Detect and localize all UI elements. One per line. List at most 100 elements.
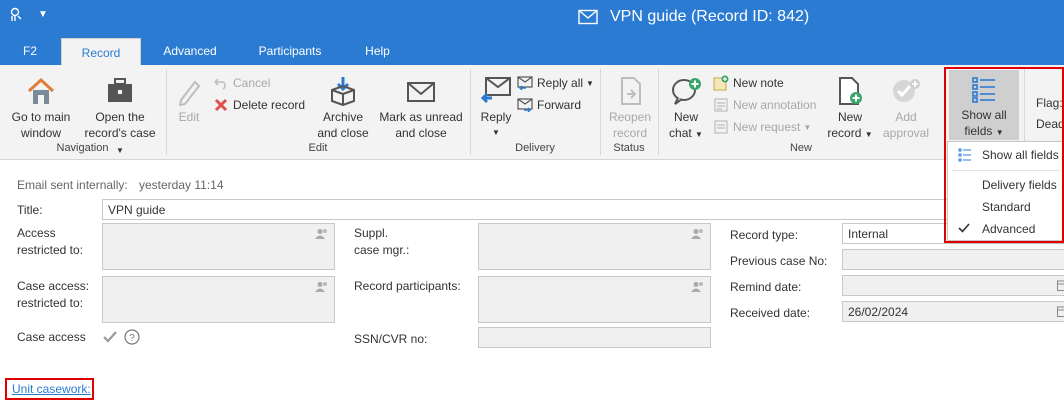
received-date-label: Received date: (730, 306, 811, 320)
access-restricted-field[interactable] (102, 223, 335, 270)
archive-line2: and close (317, 126, 369, 140)
envelope-icon (407, 82, 435, 102)
new-note-button[interactable]: New note (713, 75, 784, 91)
envelope-icon (578, 9, 598, 25)
help-icon[interactable]: ? (124, 329, 140, 348)
new-record-line2: record (827, 126, 862, 140)
show-fields-dropdown-menu: Show all fields Delivery fields Standard… (947, 141, 1064, 241)
people-picker-icon[interactable] (315, 228, 329, 243)
svg-text:?: ? (129, 333, 135, 344)
menu-divider (952, 170, 1060, 171)
menu-item-show-all-fields[interactable]: Show all fields (982, 148, 1059, 162)
list-fields-icon (958, 148, 972, 165)
menu-item-advanced[interactable]: Advanced (982, 222, 1035, 236)
reply-all-label: Reply all (537, 76, 584, 90)
chevron-down-icon: ▼ (803, 122, 812, 132)
record-participants-field[interactable] (478, 276, 711, 323)
group-label-status: Status (613, 142, 645, 154)
quick-access-dropdown-icon[interactable]: ▼ (38, 9, 48, 20)
ribbon: Go to main window Open the record's case… (0, 65, 1064, 160)
people-picker-icon[interactable] (691, 228, 705, 243)
unit-casework-link[interactable]: Unit casework: (12, 381, 91, 398)
show-all-fields-button[interactable]: Show all fields ▼ (949, 70, 1019, 140)
case-access-checkbox[interactable] (102, 329, 118, 348)
title-input-value: VPN guide (108, 203, 166, 217)
email-sent-value: yesterday 11:14 (139, 178, 224, 192)
tab-help[interactable]: Help (350, 37, 405, 65)
forward-label: Forward (537, 98, 582, 112)
request-icon (713, 119, 729, 135)
window-title-text: VPN guide (Record ID: 842) (610, 8, 810, 25)
people-picker-icon[interactable] (315, 281, 329, 296)
edit-button[interactable]: Edit (170, 76, 208, 125)
new-annotation-button[interactable]: New annotation (713, 97, 816, 113)
go-to-main-window-button[interactable]: Go to main window (4, 76, 78, 141)
flag-label[interactable]: Flag: (1036, 96, 1063, 110)
calendar-icon[interactable] (1057, 305, 1064, 320)
reply-envelope-icon (480, 77, 511, 104)
new-annotation-label: New annotation (733, 98, 817, 112)
new-chat-line2: chat (669, 126, 692, 140)
new-chat-button[interactable]: New chat ▼ (665, 76, 707, 143)
calendar-icon[interactable] (1057, 279, 1064, 294)
group-label-delivery: Delivery (515, 142, 555, 154)
tab-participants[interactable]: Participants (245, 37, 335, 65)
reply-all-icon (517, 75, 533, 91)
access-restricted-line2: restricted to: (17, 243, 84, 257)
group-label-edit: Edit (308, 142, 328, 154)
archive-line1: Archive (322, 110, 363, 124)
window-title: VPN guide (Record ID: 842) (578, 8, 809, 26)
reply-all-button[interactable]: Reply all ▼ (517, 75, 594, 91)
previous-case-input[interactable] (842, 249, 1064, 270)
cancel-button[interactable]: Cancel (213, 75, 270, 91)
app-logo-icon[interactable] (9, 7, 24, 25)
suppl-case-mgr-field[interactable] (478, 223, 711, 270)
tab-record[interactable]: Record (61, 38, 141, 66)
archive-and-close-button[interactable]: Archive and close (314, 76, 372, 141)
remind-date-input[interactable] (842, 275, 1064, 296)
ssn-cvr-input[interactable] (478, 327, 711, 348)
case-access-restricted-field[interactable] (102, 276, 335, 323)
chat-plus-icon (672, 78, 701, 105)
annotation-icon (713, 97, 729, 113)
chevron-down-icon: ▼ (586, 78, 594, 88)
reopen-record-button[interactable]: Reopen record (604, 76, 656, 141)
new-note-label: New note (733, 76, 784, 90)
received-date-input[interactable]: 26/02/2024 (842, 301, 1064, 322)
go-main-line2: window (20, 126, 62, 140)
case-access-restricted-line2: restricted to: (17, 296, 84, 310)
show-all-fields-line1: Show all (961, 108, 1007, 122)
new-record-line1: New (837, 110, 862, 124)
menu-item-delivery-fields[interactable]: Delivery fields (982, 178, 1057, 192)
forward-button[interactable]: Forward (517, 97, 581, 113)
note-plus-icon (713, 75, 729, 91)
group-label-new: New (789, 142, 812, 154)
people-picker-icon[interactable] (691, 281, 705, 296)
email-sent-label: Email sent internally: (17, 178, 128, 192)
suppl-line2: case mgr.: (354, 243, 410, 257)
delete-x-icon (213, 97, 229, 113)
archive-box-icon (331, 77, 355, 106)
reply-label: Reply (480, 110, 512, 124)
open-case-line1: Open the (95, 110, 145, 124)
delete-record-label: Delete record (233, 98, 306, 112)
case-access-restricted-line1: Case access: (17, 279, 90, 293)
add-approval-button[interactable]: Add approval (878, 76, 934, 141)
chevron-down-icon: ▼ (492, 128, 500, 137)
pencil-icon (178, 80, 201, 106)
new-request-button[interactable]: New request ▼ (713, 119, 811, 135)
menu-item-standard[interactable]: Standard (982, 200, 1031, 214)
undo-icon (213, 75, 229, 91)
tab-advanced[interactable]: Advanced (150, 37, 230, 65)
add-approval-line1: Add (895, 110, 917, 124)
access-restricted-label: Access restricted to: (17, 225, 83, 259)
mark-unread-line1: Mark as unread (379, 110, 463, 124)
deadline-label[interactable]: Dead (1036, 117, 1064, 131)
tab-f2[interactable]: F2 (10, 37, 50, 65)
mark-as-unread-and-close-button[interactable]: Mark as unread and close (376, 76, 466, 141)
received-date-value: 26/02/2024 (848, 305, 909, 319)
reply-button[interactable]: Reply ▼ (476, 76, 516, 141)
title-input[interactable]: VPN guide (102, 199, 962, 220)
new-record-button[interactable]: New record ▼ (824, 76, 876, 143)
delete-record-button[interactable]: Delete record (213, 97, 305, 113)
